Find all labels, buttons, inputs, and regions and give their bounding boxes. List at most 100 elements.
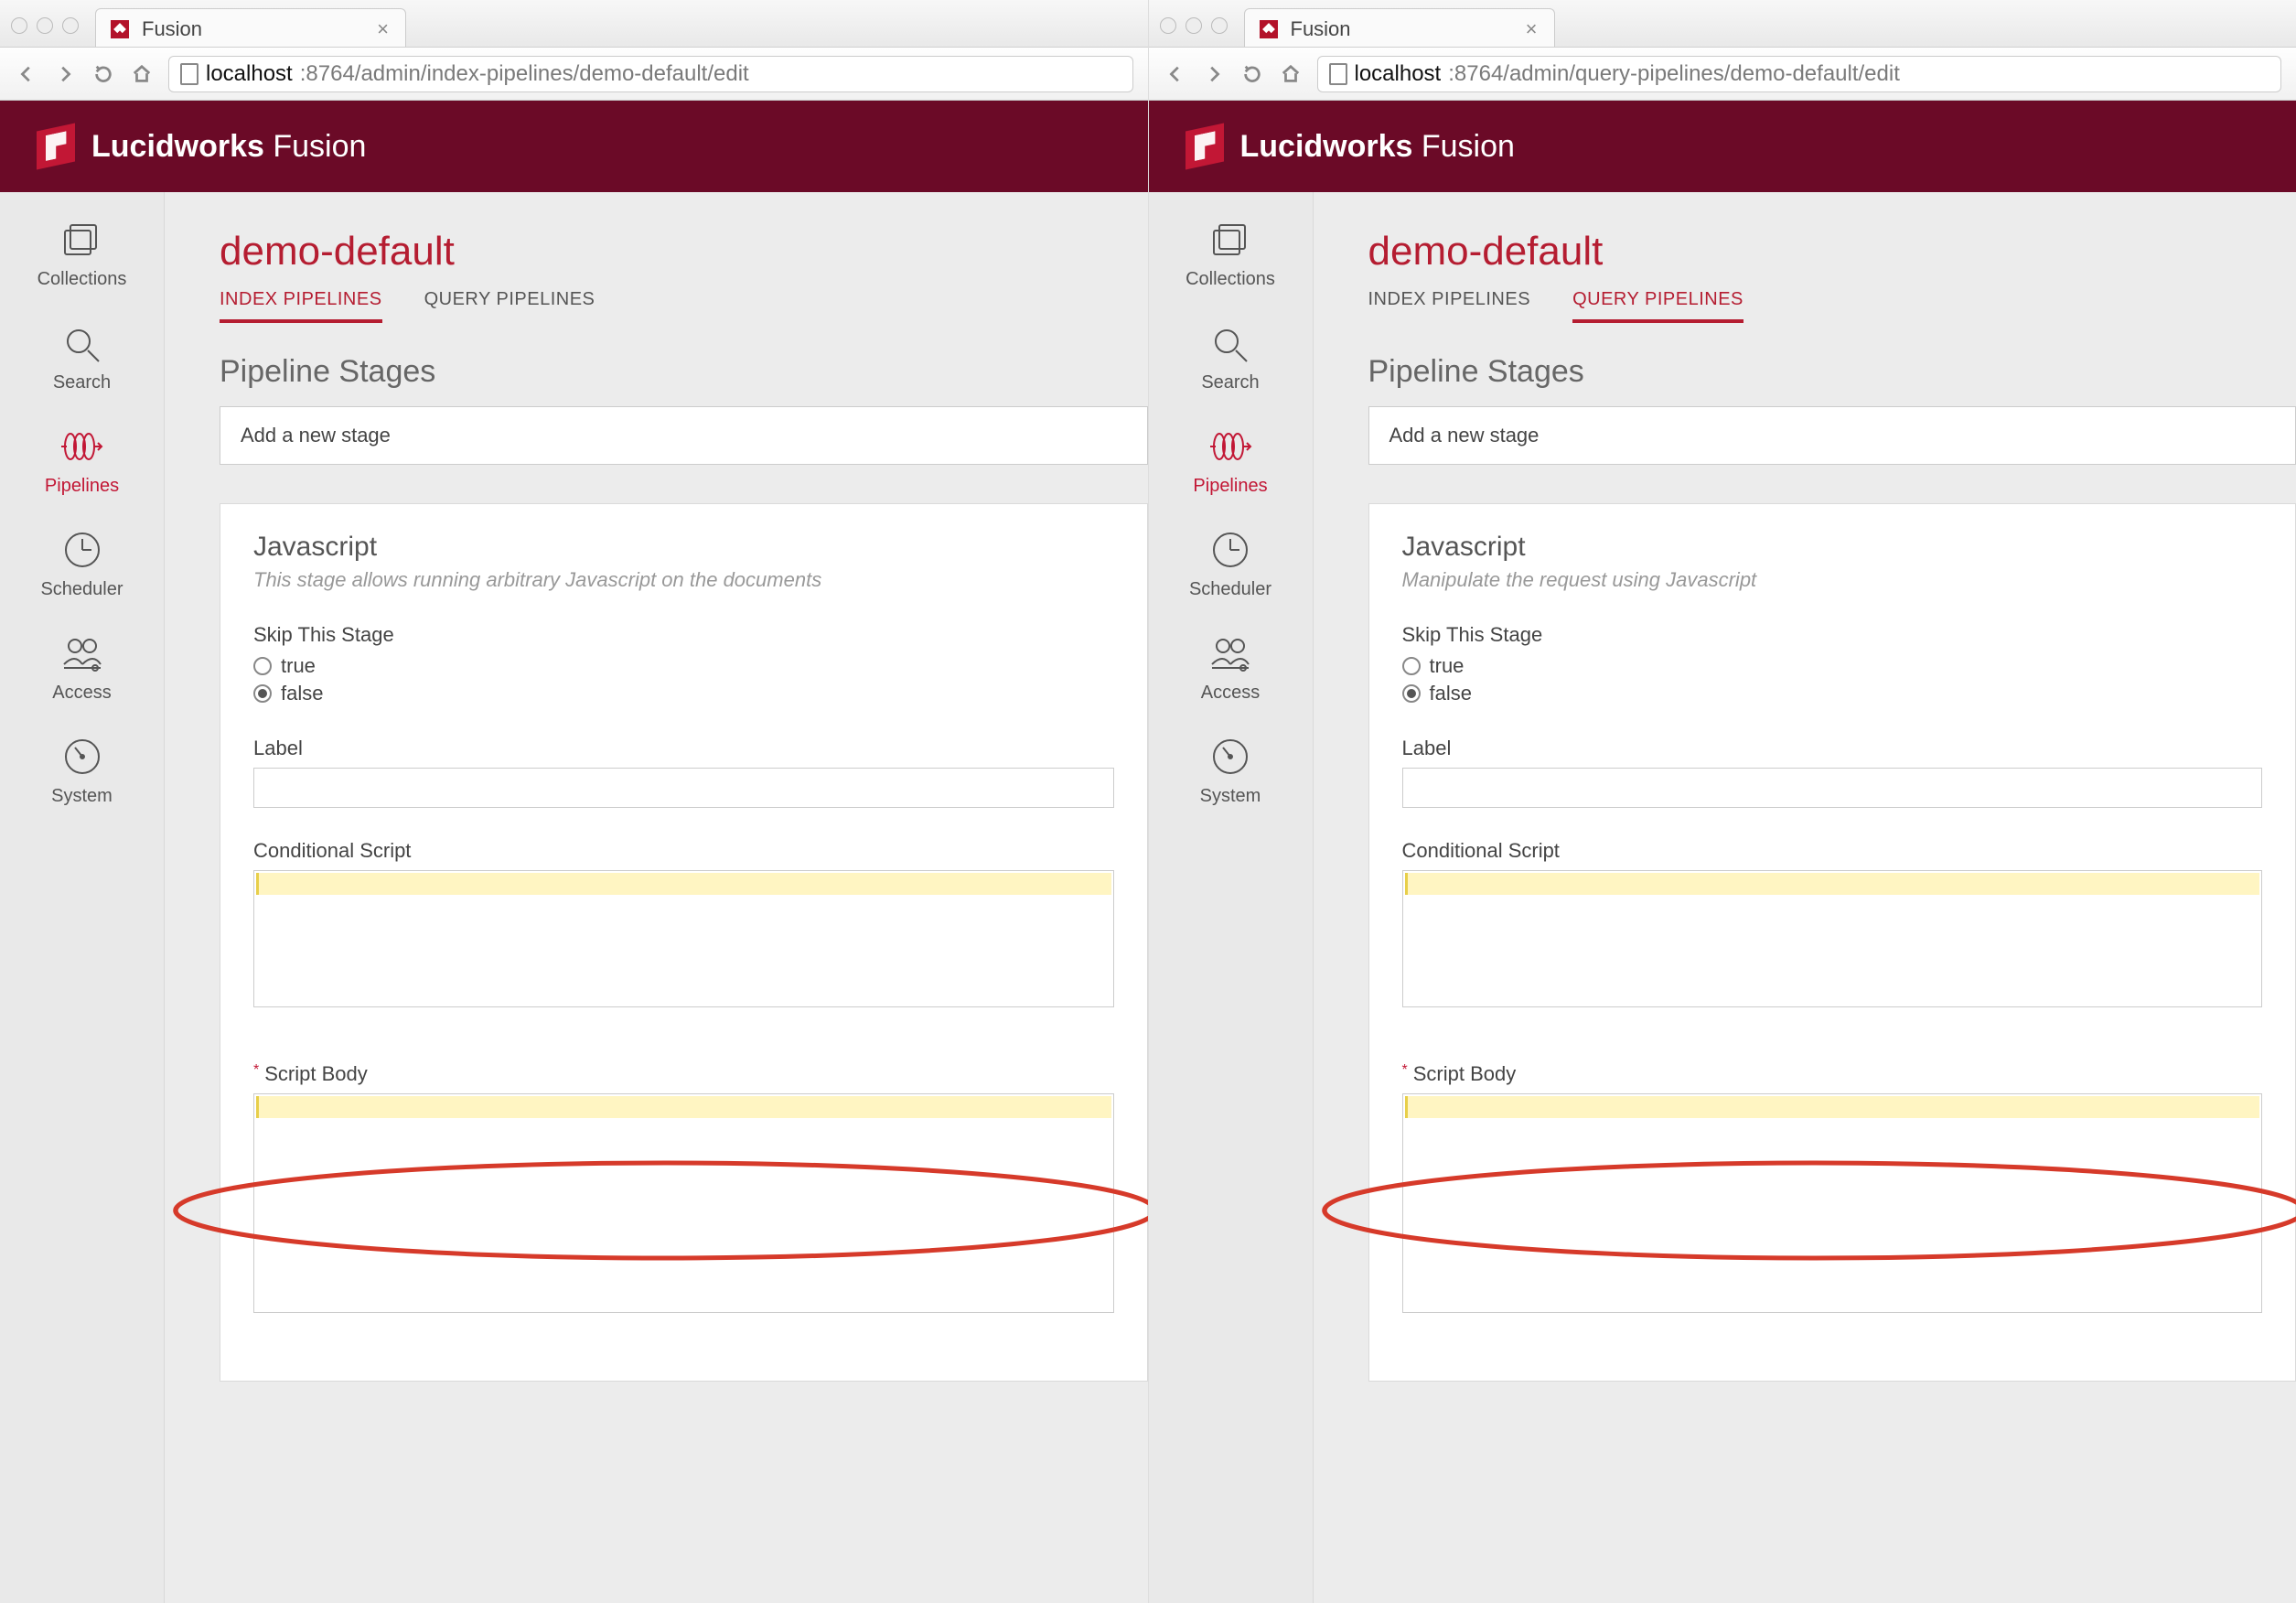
skip-false-radio[interactable]: false (1402, 682, 2263, 705)
minimize-window-button[interactable] (1186, 17, 1202, 34)
zoom-window-button[interactable] (1211, 17, 1228, 34)
conditional-script-field: Conditional Script (1402, 839, 2263, 1007)
sidebar-item-label: Pipelines (1193, 476, 1267, 497)
browser-tab[interactable]: Fusion × (95, 8, 406, 47)
forward-button[interactable] (1202, 62, 1226, 86)
collections-icon (56, 218, 107, 262)
browser-window-0: Fusion × localhost :8764/admin/index-pipe… (0, 0, 1149, 1603)
tab-close-icon[interactable]: × (1526, 17, 1538, 41)
sidebar-item-pipelines[interactable]: Pipelines (1193, 425, 1267, 497)
sidebar-item-system[interactable]: System (51, 735, 113, 807)
sidebar-item-label: Scheduler (40, 579, 123, 600)
sidebar: Collections Search Pipelines Scheduler A… (0, 192, 165, 1603)
script-body-editor[interactable] (253, 1093, 1114, 1313)
zoom-window-button[interactable] (62, 17, 79, 34)
url-host: localhost (206, 61, 293, 87)
forward-button[interactable] (53, 62, 77, 86)
conditional-script-field: Conditional Script (253, 839, 1114, 1007)
script-body-editor[interactable] (1402, 1093, 2263, 1313)
address-bar[interactable]: localhost :8764/admin/index-pipelines/dem… (168, 56, 1133, 92)
sidebar-item-pipelines[interactable]: Pipelines (45, 425, 119, 497)
sidebar-item-label: Pipelines (45, 476, 119, 497)
tab-query pipelines[interactable]: QUERY PIPELINES (424, 289, 595, 323)
tab-close-icon[interactable]: × (377, 17, 389, 41)
back-button[interactable] (15, 62, 38, 86)
radio-icon (253, 657, 272, 675)
back-button[interactable] (1164, 62, 1187, 86)
minimize-window-button[interactable] (37, 17, 53, 34)
radio-label: true (1430, 654, 1465, 678)
scheduler-icon (1205, 528, 1256, 572)
sidebar-item-label: Access (1201, 683, 1260, 704)
address-bar[interactable]: localhost:8764/admin/query-pipelines/dem… (1317, 56, 2282, 92)
scheduler-icon (57, 528, 108, 572)
search-icon (1205, 321, 1256, 365)
reload-button[interactable] (91, 62, 115, 86)
sidebar-item-label: System (1200, 786, 1261, 807)
browser-window-1: Fusion × localhost:8764/admin/query-pipe… (1149, 0, 2296, 1603)
skip-false-radio[interactable]: false (253, 682, 1114, 705)
skip-stage-field: Skip This Stage true false (253, 623, 1114, 705)
radio-icon (1402, 657, 1421, 675)
label-field-label: Label (253, 737, 1114, 760)
home-button[interactable] (130, 62, 154, 86)
pipeline-tabs: INDEX PIPELINES QUERY PIPELINES (220, 289, 1148, 323)
pipelines-icon (1205, 425, 1256, 468)
radio-label: false (281, 682, 323, 705)
conditional-script-editor[interactable] (1402, 870, 2263, 1007)
sidebar-item-scheduler[interactable]: Scheduler (40, 528, 123, 600)
url-path: :8764/admin/index-pipelines/demo-default… (300, 61, 749, 87)
conditional-script-label: Conditional Script (253, 839, 1114, 863)
label-field-label: Label (1402, 737, 2263, 760)
skip-true-radio[interactable]: true (253, 654, 1114, 678)
url-path: :8764/admin/query-pipelines/demo-default… (1448, 61, 1900, 87)
app-header: Lucidworks Fusion (0, 101, 1148, 192)
tab-query pipelines[interactable]: QUERY PIPELINES (1572, 289, 1743, 323)
sidebar-item-label: Collections (1186, 269, 1275, 290)
sidebar-item-scheduler[interactable]: Scheduler (1189, 528, 1271, 600)
tab-index pipelines[interactable]: INDEX PIPELINES (220, 289, 382, 323)
browser-tab[interactable]: Fusion × (1244, 8, 1555, 47)
sidebar: Collections Search Pipelines Scheduler A… (1149, 192, 1314, 1603)
radio-icon (1402, 684, 1421, 703)
home-button[interactable] (1279, 62, 1303, 86)
sidebar-item-access[interactable]: Access (1201, 631, 1260, 704)
close-window-button[interactable] (1160, 17, 1176, 34)
fusion-favicon-icon (111, 20, 129, 38)
browser-toolbar: localhost :8764/admin/index-pipelines/dem… (0, 48, 1148, 101)
sidebar-item-search[interactable]: Search (1201, 321, 1259, 393)
script-body-field: *Script Body (1402, 1062, 2263, 1313)
add-stage-button[interactable]: Add a new stage (220, 406, 1148, 465)
reload-button[interactable] (1240, 62, 1264, 86)
sidebar-item-collections[interactable]: Collections (38, 218, 127, 290)
sidebar-item-label: Search (53, 372, 111, 393)
script-body-label: *Script Body (253, 1062, 1114, 1086)
sidebar-item-access[interactable]: Access (52, 631, 111, 704)
skip-stage-label: Skip This Stage (253, 623, 1114, 647)
label-input[interactable] (253, 768, 1114, 808)
window-titlebar: Fusion × (1149, 0, 2296, 48)
main-content: demo-default INDEX PIPELINES QUERY PIPEL… (165, 192, 1148, 1603)
radio-icon (253, 684, 272, 703)
skip-true-radio[interactable]: true (1402, 654, 2263, 678)
sidebar-item-collections[interactable]: Collections (1186, 218, 1275, 290)
sidebar-item-label: Collections (38, 269, 127, 290)
close-window-button[interactable] (11, 17, 27, 34)
access-icon (1205, 631, 1256, 675)
page-icon (1329, 63, 1347, 85)
main-content: demo-default INDEX PIPELINES QUERY PIPEL… (1314, 192, 2296, 1603)
page-icon (180, 63, 198, 85)
skip-stage-label: Skip This Stage (1402, 623, 2263, 647)
label-input[interactable] (1402, 768, 2263, 808)
sidebar-item-search[interactable]: Search (53, 321, 111, 393)
lucidworks-logo-icon (1186, 127, 1224, 166)
script-body-field: *Script Body (253, 1062, 1114, 1313)
conditional-script-editor[interactable] (253, 870, 1114, 1007)
access-icon (57, 631, 108, 675)
tab-index pipelines[interactable]: INDEX PIPELINES (1368, 289, 1531, 323)
stage-card: Javascript Manipulate the request using … (1368, 503, 2296, 1382)
sidebar-item-system[interactable]: System (1200, 735, 1261, 807)
label-field: Label (1402, 737, 2263, 808)
section-title: Pipeline Stages (220, 354, 1148, 390)
add-stage-button[interactable]: Add a new stage (1368, 406, 2296, 465)
